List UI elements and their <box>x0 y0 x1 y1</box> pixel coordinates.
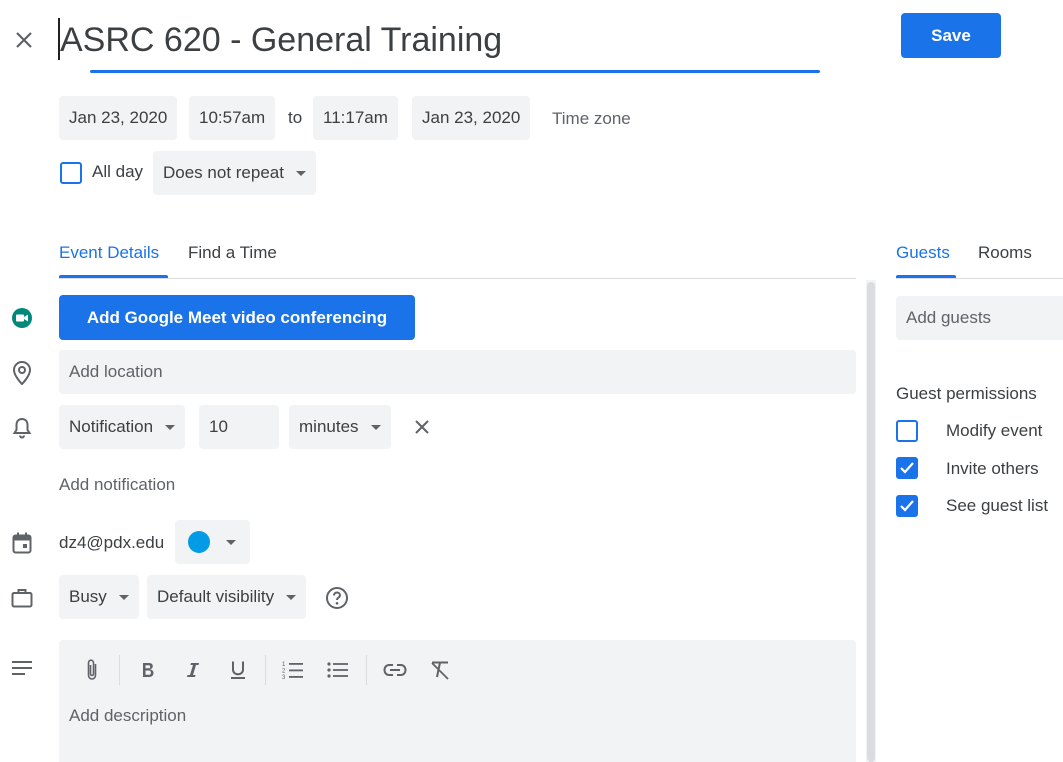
italic-icon[interactable] <box>179 656 207 684</box>
start-time-chip[interactable]: 10:57am <box>189 96 276 140</box>
svg-text:1: 1 <box>282 662 286 668</box>
check-icon <box>900 500 914 512</box>
save-button[interactable]: Save <box>901 13 1001 58</box>
close-icon[interactable] <box>10 26 38 54</box>
notification-value: 10 <box>209 417 228 436</box>
all-day-checkbox[interactable] <box>60 162 82 184</box>
link-icon[interactable] <box>381 656 409 684</box>
add-guests-placeholder: Add guests <box>906 308 992 327</box>
timezone-button[interactable]: Time zone <box>552 109 631 129</box>
help-icon[interactable] <box>324 585 350 611</box>
bold-icon[interactable] <box>134 656 162 684</box>
attachment-icon[interactable] <box>78 656 106 684</box>
tab-rooms[interactable]: Rooms <box>978 243 1032 263</box>
availability-label: Busy <box>69 587 107 606</box>
add-guests-input[interactable]: Add guests <box>896 296 1063 340</box>
bulleted-list-icon[interactable] <box>324 656 352 684</box>
guest-permissions-title: Guest permissions <box>896 384 1037 403</box>
all-day-label: All day <box>92 162 144 181</box>
title-input[interactable]: ASRC 620 - General Training <box>58 18 820 74</box>
description-placeholder: Add description <box>69 706 187 725</box>
title-underline <box>90 70 820 73</box>
calendar-owner: dz4@pdx.edu <box>59 533 165 552</box>
chevron-down-icon <box>165 424 176 430</box>
clear-formatting-icon[interactable] <box>426 656 454 684</box>
tabs-divider <box>59 278 856 279</box>
location-pin-icon <box>9 360 35 386</box>
tab-guests[interactable]: Guests <box>896 243 950 263</box>
chevron-down-icon <box>370 424 381 430</box>
modify-event-label: Modify event <box>946 421 1043 440</box>
visibility-dropdown[interactable]: Default visibility <box>147 575 307 619</box>
notification-value-input[interactable]: 10 <box>199 405 279 449</box>
chevron-down-icon <box>295 170 306 176</box>
see-guest-list-label: See guest list <box>946 496 1049 515</box>
chevron-down-icon <box>226 539 236 545</box>
check-icon <box>900 462 914 474</box>
modify-event-checkbox[interactable] <box>896 420 918 442</box>
see-guest-list-checkbox[interactable] <box>896 495 918 517</box>
toolbar-separator <box>119 655 120 685</box>
notification-type-dropdown[interactable]: Notification <box>59 405 186 449</box>
scrollbar-thumb[interactable] <box>867 282 875 762</box>
numbered-list-icon[interactable]: 123 <box>279 656 307 684</box>
availability-dropdown[interactable]: Busy <box>59 575 139 619</box>
invite-others-label: Invite others <box>946 459 1039 478</box>
location-placeholder: Add location <box>69 362 163 381</box>
add-meet-button[interactable]: Add Google Meet video conferencing <box>59 295 415 340</box>
bell-icon <box>9 415 35 441</box>
calendar-color-dropdown[interactable] <box>175 520 250 564</box>
title-text: ASRC 620 - General Training <box>60 21 503 59</box>
tab-event-details[interactable]: Event Details <box>59 243 159 263</box>
chevron-down-icon <box>286 594 297 600</box>
to-label: to <box>288 108 303 127</box>
svg-text:3: 3 <box>282 675 286 680</box>
notification-type-label: Notification <box>69 417 154 436</box>
visibility-label: Default visibility <box>157 587 275 606</box>
add-notification-button[interactable]: Add notification <box>59 475 175 495</box>
guests-tabs-divider <box>896 278 1063 279</box>
description-icon <box>9 655 35 681</box>
repeat-dropdown[interactable]: Does not repeat <box>153 151 316 195</box>
repeat-label: Does not repeat <box>163 163 284 182</box>
start-date-chip[interactable]: Jan 23, 2020 <box>59 96 178 140</box>
end-time-chip[interactable]: 11:17am <box>313 96 398 140</box>
remove-notification-icon[interactable] <box>409 414 435 440</box>
svg-text:2: 2 <box>282 669 286 675</box>
toolbar-separator <box>265 655 266 685</box>
chevron-down-icon <box>118 594 129 600</box>
toolbar-separator <box>366 655 367 685</box>
underline-icon[interactable] <box>224 656 252 684</box>
calendar-color-swatch <box>188 531 210 553</box>
notification-unit-label: minutes <box>299 417 359 436</box>
location-input[interactable]: Add location <box>59 350 856 394</box>
end-date-chip[interactable]: Jan 23, 2020 <box>412 96 531 140</box>
briefcase-icon <box>9 585 35 611</box>
google-meet-icon <box>9 305 35 331</box>
notification-unit-dropdown[interactable]: minutes <box>289 405 391 449</box>
calendar-icon <box>9 530 35 556</box>
tab-find-time[interactable]: Find a Time <box>188 243 277 263</box>
invite-others-checkbox[interactable] <box>896 457 918 479</box>
